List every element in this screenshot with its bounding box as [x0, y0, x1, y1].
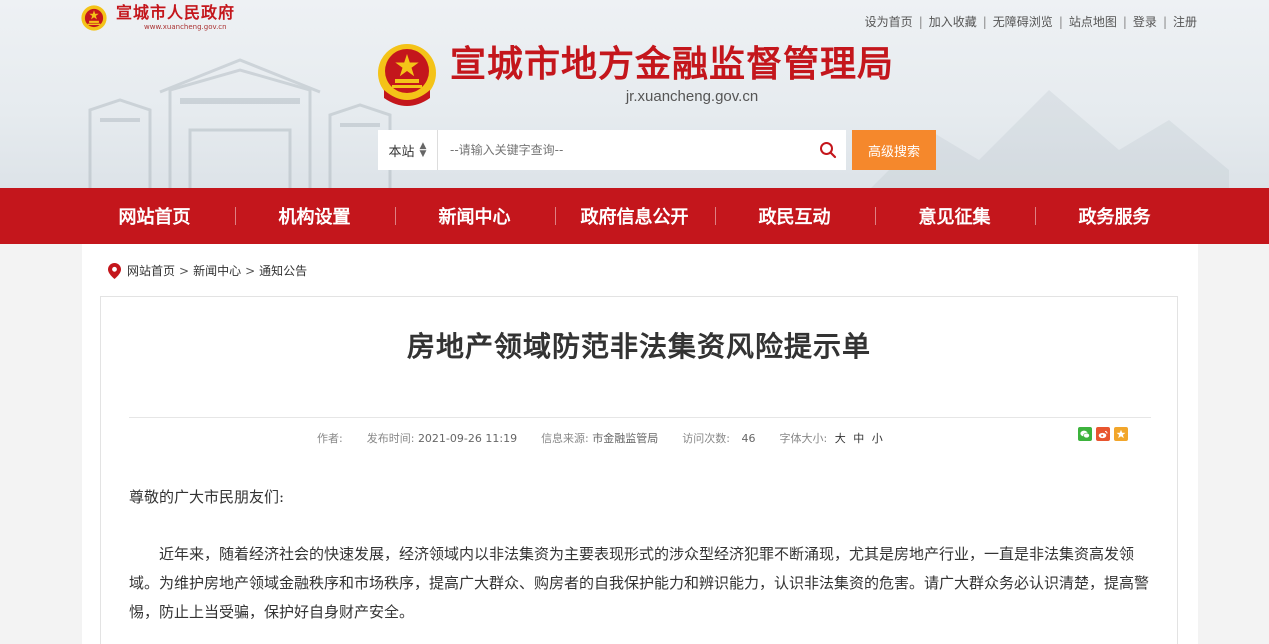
- article-paragraph: 近年来，随着经济社会的快速发展，经济领域内以非法集资为主要表现形式的涉众型经济犯…: [129, 545, 1150, 621]
- font-size-label: 字体大小:: [779, 432, 828, 445]
- breadcrumb-notices[interactable]: 通知公告: [259, 262, 307, 279]
- search-input[interactable]: [438, 130, 810, 170]
- utility-links: 设为首页 | 加入收藏 | 无障碍浏览 | 站点地图 | 登录 | 注册: [865, 13, 1197, 30]
- author-label: 作者:: [317, 432, 343, 445]
- city-government-logo[interactable]: 宣城市人民政府 www.xuancheng.gov.cn: [80, 4, 235, 32]
- link-separator: |: [918, 14, 923, 29]
- city-government-domain: www.xuancheng.gov.cn: [144, 23, 227, 31]
- article-title: 房地产领域防范非法集资风险提示单: [406, 330, 871, 363]
- bureau-title: 宣城市地方金融监督管理局: [450, 44, 895, 85]
- breadcrumb-home[interactable]: 网站首页: [127, 262, 175, 279]
- search-bar: 本站 ▲▼ 高级搜索: [378, 130, 936, 170]
- source-label: 信息来源:: [541, 432, 589, 445]
- nav-item-feedback[interactable]: 意见征集: [874, 188, 1035, 244]
- publish-time-value: 2021-09-26 11:19: [417, 432, 518, 445]
- search-scope-label: 本站: [388, 144, 415, 160]
- views-meta: 访问次数: 46: [682, 430, 755, 446]
- add-favorite-link[interactable]: 加入收藏: [929, 13, 977, 30]
- article-panel: 房地产领域防范非法集资风险提示单 作者: 发布时间: 2021-09-26 11…: [100, 296, 1178, 644]
- title-divider: [129, 417, 1151, 418]
- link-separator: |: [1058, 14, 1063, 29]
- nav-item-home[interactable]: 网站首页: [75, 188, 235, 244]
- nav-item-services[interactable]: 政务服务: [1034, 188, 1195, 244]
- wechat-icon[interactable]: [1078, 427, 1092, 441]
- accessibility-link[interactable]: 无障碍浏览: [993, 13, 1053, 30]
- content-container: 网站首页 > 新闻中心 > 通知公告 房地产领域防范非法集资风险提示单 作者: …: [82, 244, 1198, 644]
- font-size-large[interactable]: 大: [835, 432, 846, 445]
- search-scope-select[interactable]: 本站 ▲ ▼: [378, 130, 438, 170]
- breadcrumb-separator: >: [245, 263, 256, 278]
- breadcrumb-separator: >: [179, 263, 190, 278]
- views-label: 访问次数:: [682, 432, 730, 445]
- location-pin-icon: [108, 262, 121, 279]
- font-size-control: 字体大小: 大 中 小: [780, 430, 883, 446]
- city-government-name: 宣城市人民政府: [116, 3, 236, 22]
- font-size-small[interactable]: 小: [872, 432, 883, 445]
- search-icon: [820, 142, 837, 159]
- author-meta: 作者:: [317, 430, 343, 446]
- weibo-icon[interactable]: [1096, 427, 1110, 441]
- nav-item-gov-info[interactable]: 政府信息公开: [554, 188, 715, 244]
- breadcrumb-news[interactable]: 新闻中心: [193, 262, 241, 279]
- advanced-search-button[interactable]: 高级搜索: [852, 130, 936, 170]
- breadcrumb: 网站首页 > 新闻中心 > 通知公告: [108, 262, 307, 279]
- updown-caret-icon: ▲ ▼: [419, 141, 427, 159]
- article-body: 尊敬的广大市民朋友们: 近年来，随着经济社会的快速发展，经济领域内以非法集资为主…: [129, 483, 1151, 627]
- sitemap-link[interactable]: 站点地图: [1069, 13, 1117, 30]
- bureau-domain: jr.xuancheng.gov.cn: [625, 88, 759, 105]
- article-greeting: 尊敬的广大市民朋友们:: [129, 488, 285, 506]
- nav-item-interaction[interactable]: 政民互动: [714, 188, 875, 244]
- publish-time-label: 发布时间:: [366, 432, 415, 445]
- link-separator: |: [982, 14, 987, 29]
- publish-time-meta: 发布时间: 2021-09-26 11:19: [367, 430, 517, 446]
- set-homepage-link[interactable]: 设为首页: [865, 13, 913, 30]
- nav-item-organization[interactable]: 机构设置: [234, 188, 395, 244]
- search-button[interactable]: [810, 130, 846, 170]
- nav-item-news[interactable]: 新闻中心: [394, 188, 555, 244]
- national-emblem-icon: [378, 44, 436, 106]
- link-separator: |: [1162, 14, 1167, 29]
- login-link[interactable]: 登录: [1133, 13, 1157, 30]
- font-size-medium[interactable]: 中: [853, 432, 864, 445]
- source-value: 市金融监管局: [592, 432, 659, 445]
- main-nav: 网站首页 机构设置 新闻中心 政府信息公开 政民互动 意见征集 政务服务: [0, 188, 1269, 244]
- bureau-brand[interactable]: 宣城市地方金融监督管理局 jr.xuancheng.gov.cn: [376, 42, 894, 108]
- link-separator: |: [1122, 14, 1127, 29]
- favorite-icon[interactable]: [1114, 427, 1128, 441]
- site-header: 宣城市人民政府 www.xuancheng.gov.cn 设为首页 | 加入收藏…: [0, 0, 1269, 188]
- register-link[interactable]: 注册: [1173, 13, 1197, 30]
- national-emblem-icon: [81, 5, 107, 31]
- source-meta: 信息来源: 市金融监管局: [541, 430, 658, 446]
- article-meta: 作者: 发布时间: 2021-09-26 11:19 信息来源: 市金融监管局 …: [317, 430, 883, 446]
- views-value: 46: [741, 432, 756, 445]
- share-buttons: [1078, 427, 1132, 441]
